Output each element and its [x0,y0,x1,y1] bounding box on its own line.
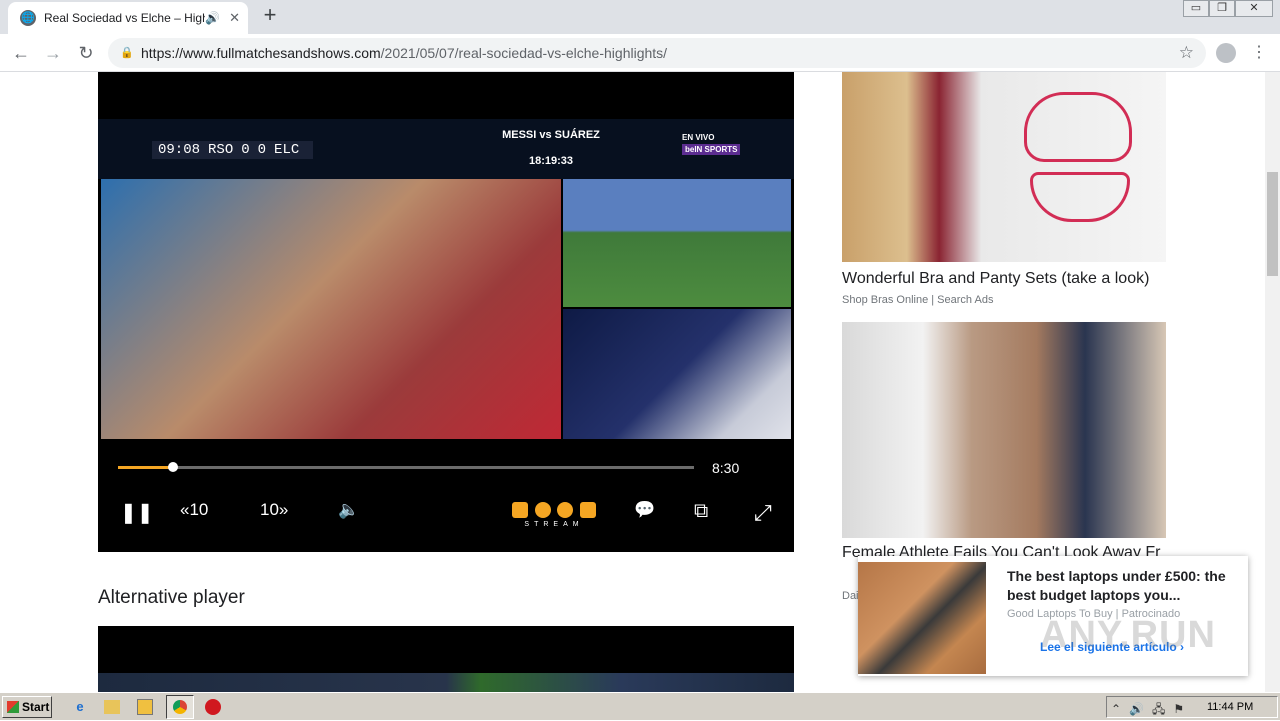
progress-bar[interactable] [118,462,694,472]
progress-handle[interactable] [167,462,178,472]
stream-logo: STREAM [512,502,596,528]
address-bar[interactable]: 🔒 https://www.fullmatchesandshows.com/20… [108,38,1206,68]
ad-bra-shape [1024,92,1132,162]
reload-button[interactable]: ↻ [73,40,99,66]
ad-source: Shop Bras Online | Search Ads [842,294,994,306]
video-player[interactable]: 09:08 RSO 0 0 ELC MESSI vs SUÁREZ 18:19:33 EN… [98,72,794,552]
video-duration: 8:30 [712,460,740,476]
folder-icon[interactable] [104,700,120,714]
bookmark-star-icon[interactable]: ☆ [1179,38,1194,68]
home-team: RSO [208,142,234,158]
stream-label: STREAM [524,521,584,528]
tab-strip: 🌐 Real Sociedad vs Elche – Highlig 🔊 ✕ +… [0,0,1280,34]
broadcaster-live: EN VIVO [682,133,715,142]
tab-active[interactable]: 🌐 Real Sociedad vs Elche – Highlig 🔊 ✕ [8,2,248,34]
popup-image-laptop[interactable] [858,562,986,674]
opera-icon[interactable] [205,699,221,715]
anyrun-watermark: ANY.RUN [1040,614,1216,656]
video-frame-var-room [563,309,791,439]
start-label: Start [22,700,50,714]
tab-title: Real Sociedad vs Elche – Highlig [44,11,206,25]
progress-fill [118,466,173,469]
tab-close-icon[interactable]: ✕ [229,10,240,26]
scoreboard-overlay: 09:08 RSO 0 0 ELC MESSI vs SUÁREZ 18:19:33 EN… [98,119,794,179]
tray-icons[interactable]: ⌃🔊🖧⚑ [1111,700,1192,721]
video-frame-players [101,179,561,439]
windows-taskbar: Start e ⌃🔊🖧⚑ 11:44 PM [0,692,1280,720]
start-button[interactable]: Start [2,696,52,718]
pip-icon[interactable]: ⧉ [694,500,708,523]
restore-button[interactable]: ❐ [1209,0,1235,17]
stream-dot [557,502,574,518]
chrome-taskbar-button[interactable] [166,695,194,719]
window-close-button[interactable]: ✕ [1235,0,1273,17]
browser-menu-icon[interactable]: ⋮ [1251,40,1267,66]
rewind-10-button[interactable]: «10 [180,500,208,520]
ie-icon[interactable]: e [70,697,90,717]
windows-logo-icon [7,701,19,713]
away-score: 0 [257,142,267,158]
stream-dot [534,502,551,518]
stream-dot [512,502,528,518]
away-team: ELC [274,142,300,158]
clock-time: 09:08 [158,142,201,158]
pause-icon[interactable]: ❚❚ [120,500,154,525]
system-tray: ⌃🔊🖧⚑ 11:44 PM [1106,696,1278,718]
captions-icon[interactable]: 💬 [634,500,655,520]
match-clock: 09:08 RSO 0 0 ELC [152,141,314,159]
chrome-icon [173,700,187,714]
video-frame-stadium [563,179,791,307]
tab-audio-icon[interactable]: 🔊 [205,11,220,25]
alternative-video-frame [98,673,794,692]
forward-10-button[interactable]: 10» [260,500,288,520]
broadcaster-logo: EN VIVO beIN SPORTS [682,133,741,155]
alternative-player-heading: Alternative player [98,587,245,608]
fullscreen-icon[interactable]: ⤢ [754,500,772,526]
new-tab-button[interactable]: + [258,4,282,28]
match-time: 18:19:33 [528,155,574,167]
page-scrollbar[interactable] [1265,72,1280,692]
forward-button[interactable]: → [40,40,66,66]
profile-avatar[interactable] [1216,43,1236,63]
url-text[interactable]: https://www.fullmatchesandshows.com/2021… [141,38,667,68]
popup-title[interactable]: The best laptops under £500: the best bu… [1007,567,1232,605]
tray-clock[interactable]: 11:44 PM [1207,701,1253,713]
back-button[interactable]: ← [8,40,34,66]
match-promo: MESSI vs SUÁREZ 18:19:33 [470,129,632,167]
ad-image-athletes[interactable] [842,322,1166,538]
ad-panty-shape [1030,172,1130,222]
volume-icon[interactable]: 🔈 [338,500,359,520]
globe-icon: 🌐 [20,10,36,26]
url-host: https://www.fullmatchesandshows.com [141,45,381,61]
lock-icon: 🔒 [120,47,134,59]
minimize-button[interactable]: ▭ [1183,0,1209,17]
stream-dot [579,502,596,518]
scrollbar-thumb[interactable] [1267,172,1278,276]
match-tag: MESSI vs SUÁREZ [502,129,600,141]
browser-toolbar: ← → ↻ 🔒 https://www.fullmatchesandshows.… [0,34,1280,72]
alternative-video-player[interactable] [98,626,794,692]
broadcaster-name: beIN SPORTS [682,144,741,155]
ad-title[interactable]: Wonderful Bra and Panty Sets (take a loo… [842,270,1149,288]
url-path: /2021/05/07/real-sociedad-vs-elche-highl… [380,45,668,61]
home-score: 0 [241,142,250,158]
ad-source: Dai [842,590,859,602]
media-player-icon[interactable] [137,699,153,715]
ad-image-lingerie[interactable] [842,72,1166,262]
